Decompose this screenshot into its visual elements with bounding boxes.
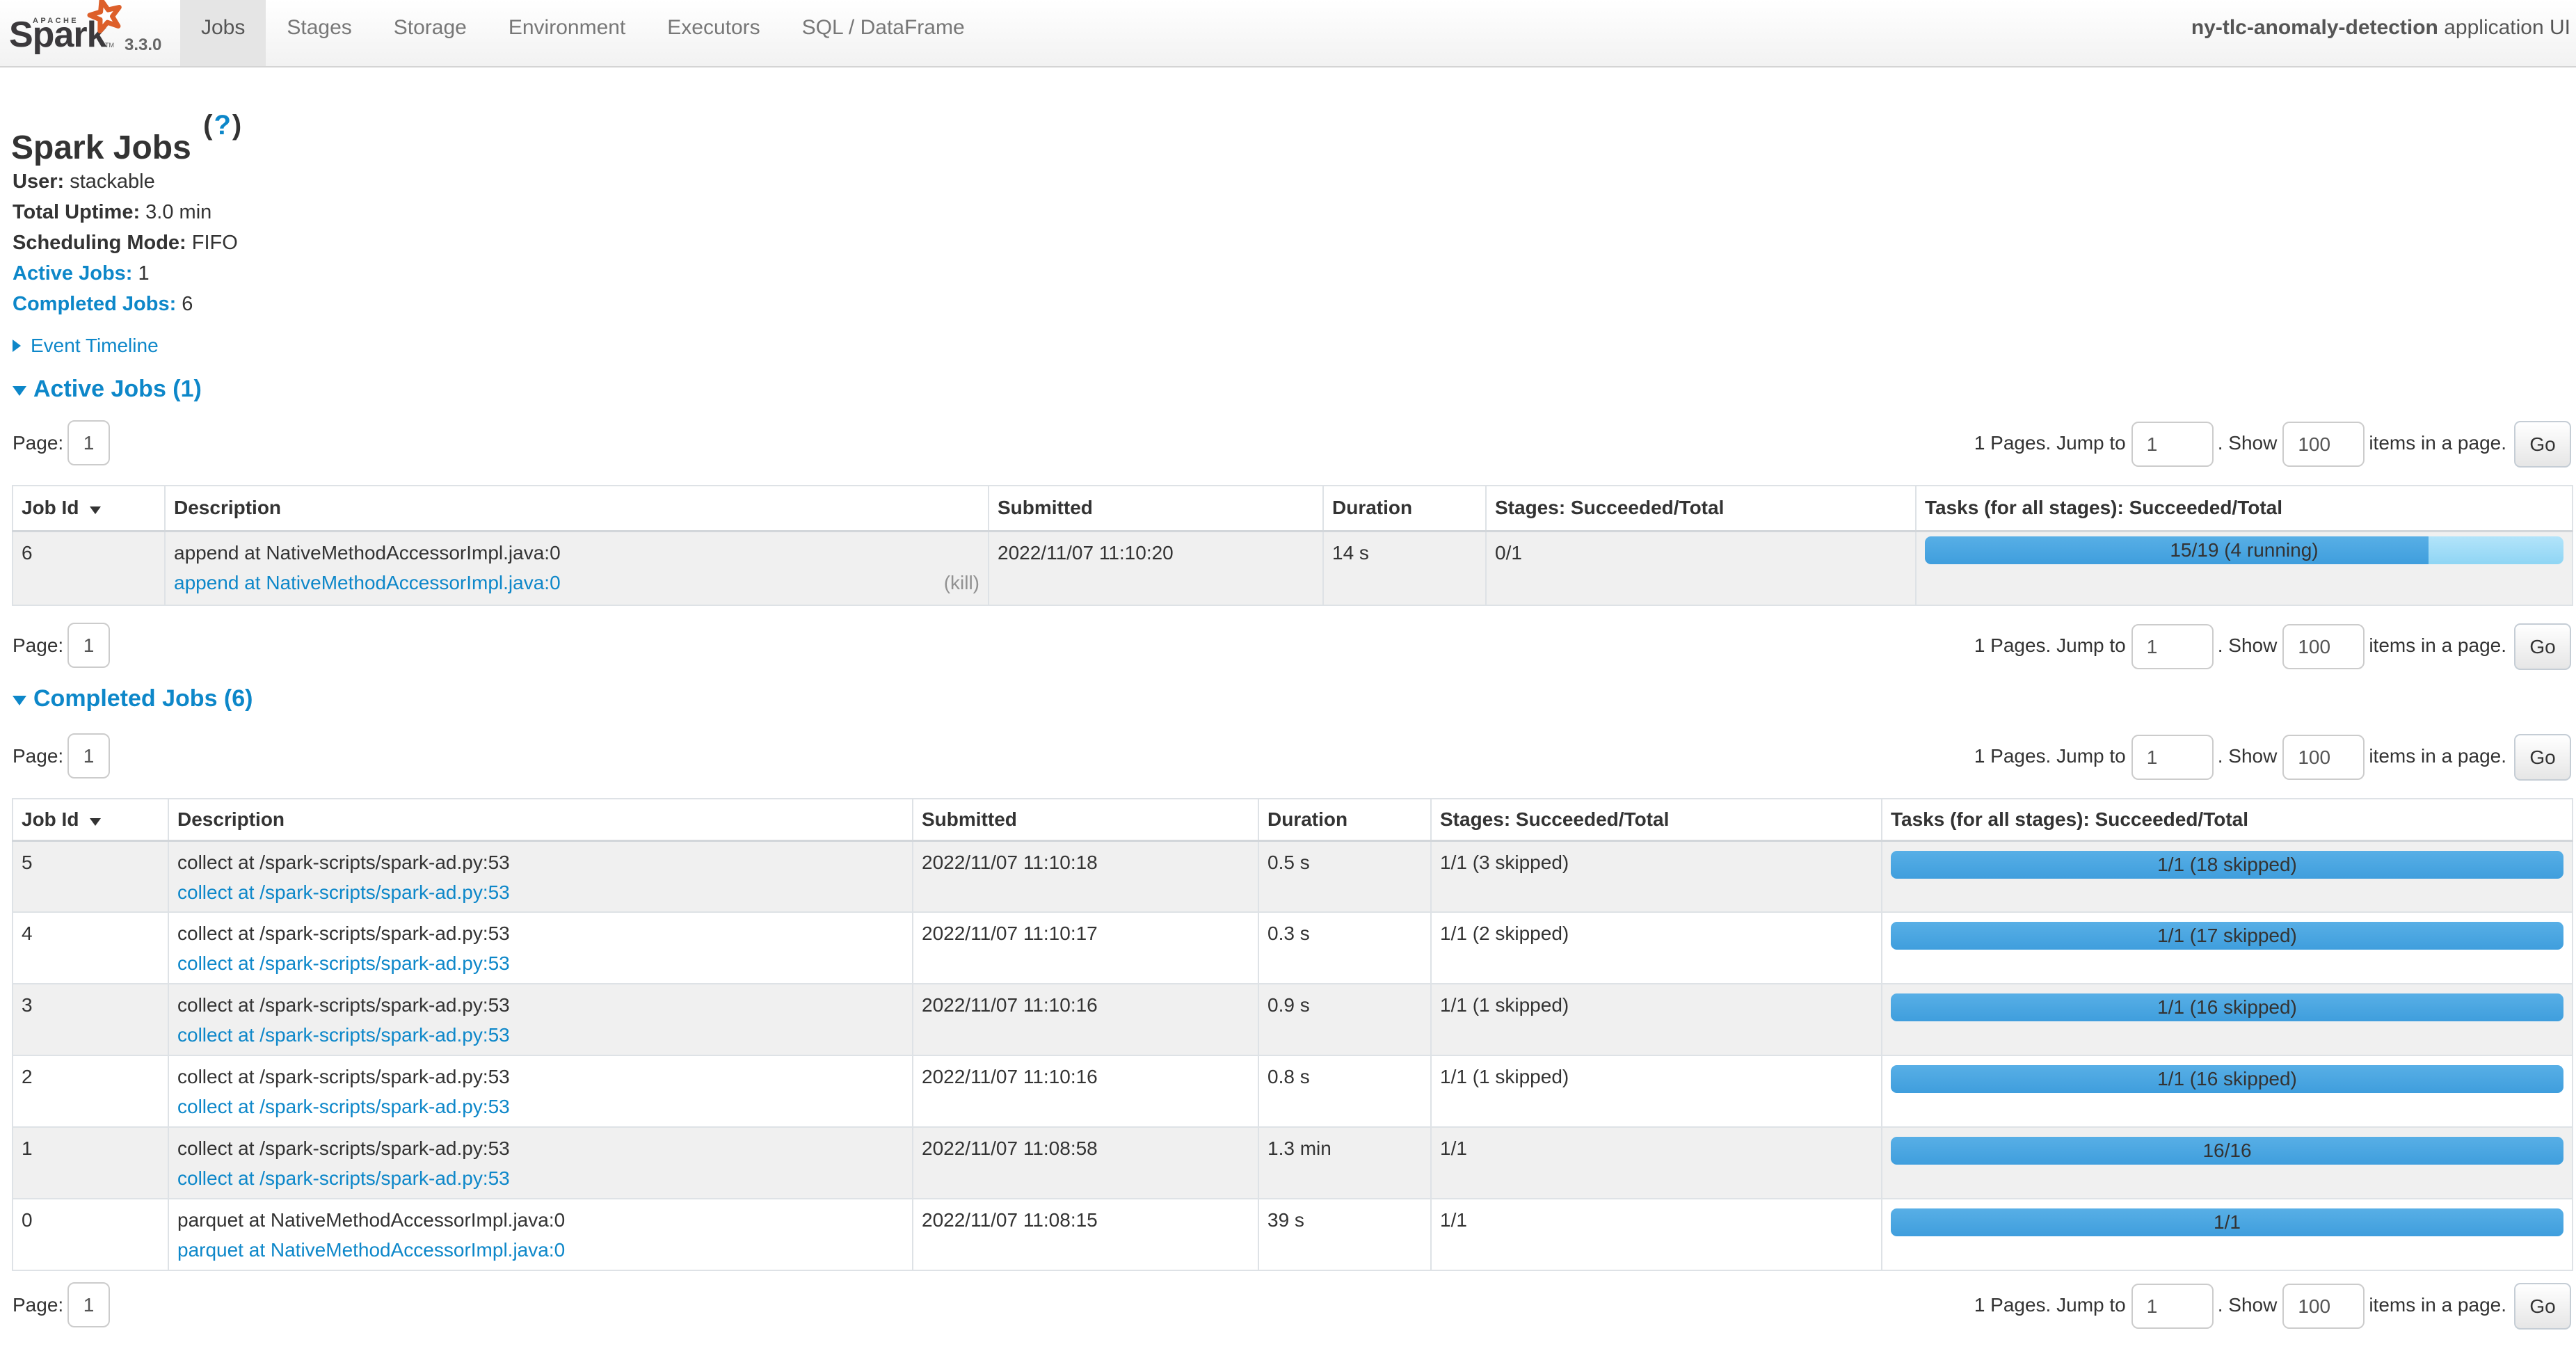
svg-text:Spark: Spark [9, 15, 107, 55]
svg-text:TM: TM [105, 42, 114, 49]
